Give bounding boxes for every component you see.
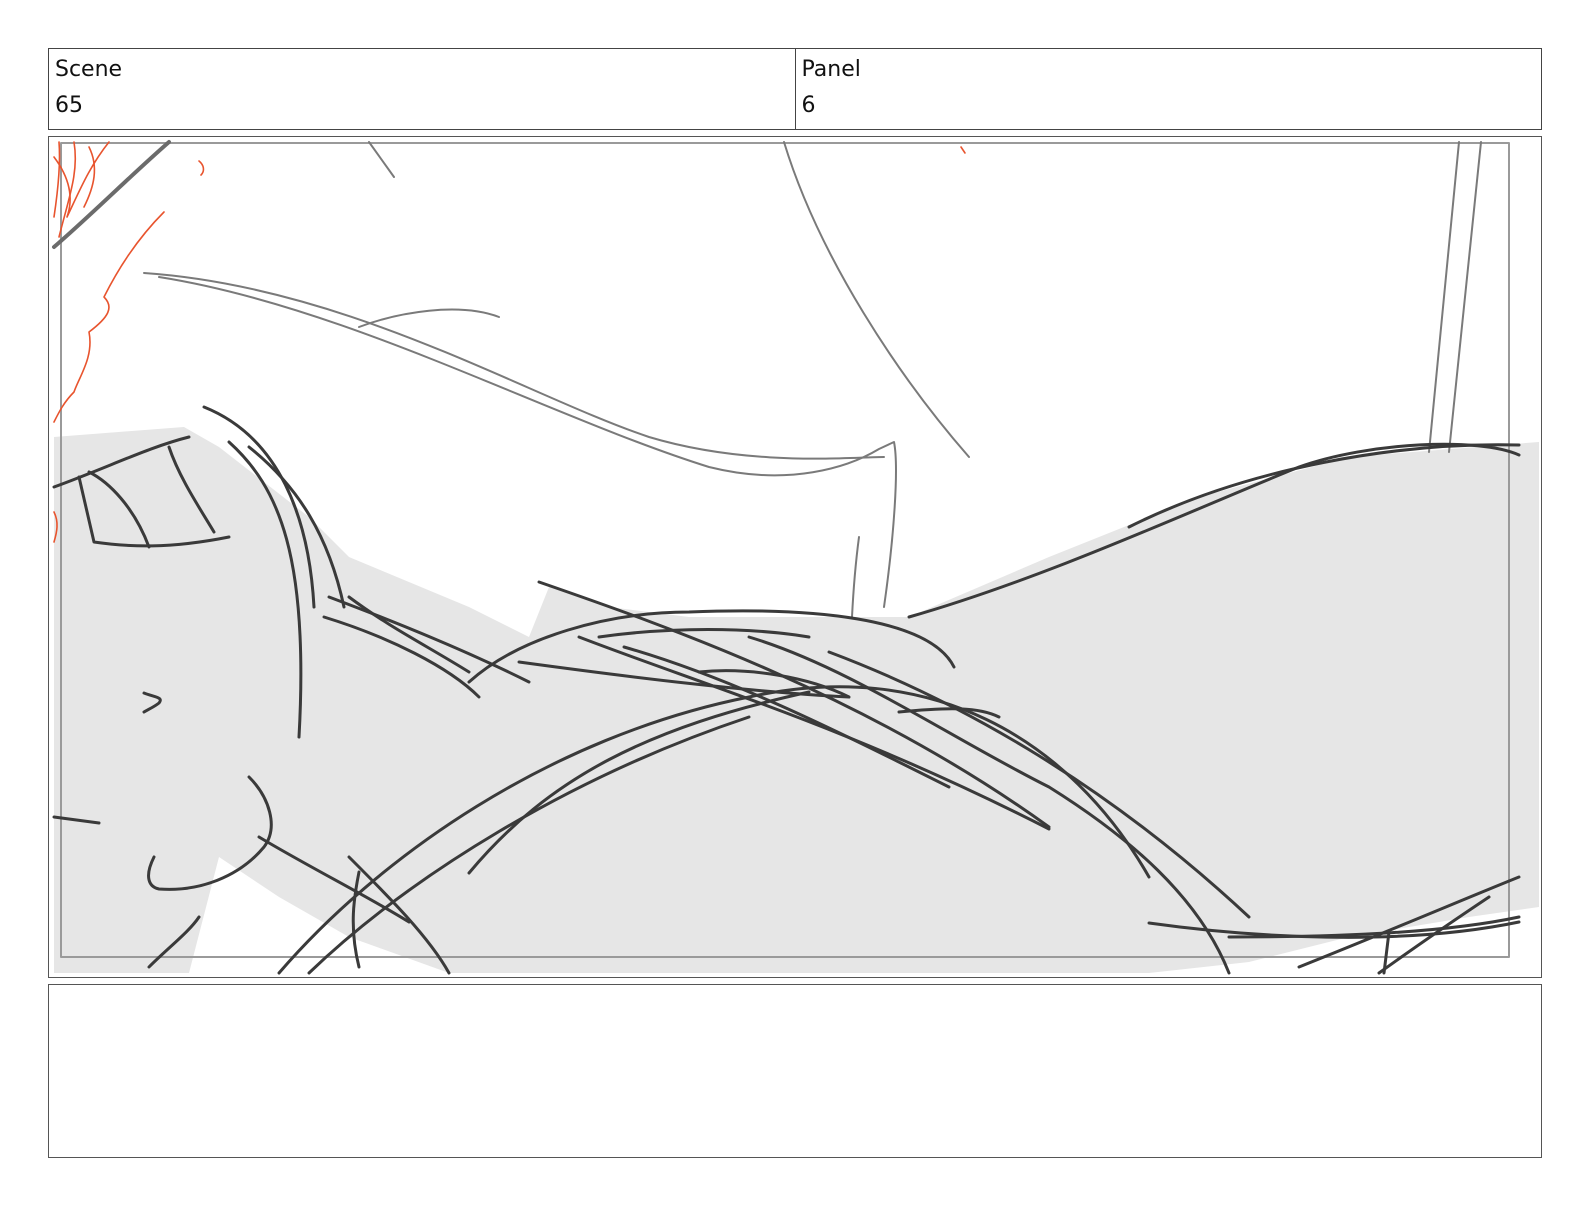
panel-number: 6 bbox=[801, 93, 816, 118]
panel-label: Panel bbox=[801, 57, 861, 82]
dark-frame-edge bbox=[52, 140, 171, 249]
scene-label: Scene bbox=[55, 57, 123, 82]
scene-cell: Scene 65 bbox=[49, 49, 795, 129]
panel-cell: Panel 6 bbox=[794, 49, 1542, 129]
notes-box[interactable] bbox=[48, 984, 1542, 1158]
storyboard-frame bbox=[48, 136, 1542, 978]
scene-number: 65 bbox=[55, 93, 83, 118]
sketch-drawing bbox=[52, 140, 1539, 975]
panel-header: Scene 65 Panel 6 bbox=[48, 48, 1542, 130]
